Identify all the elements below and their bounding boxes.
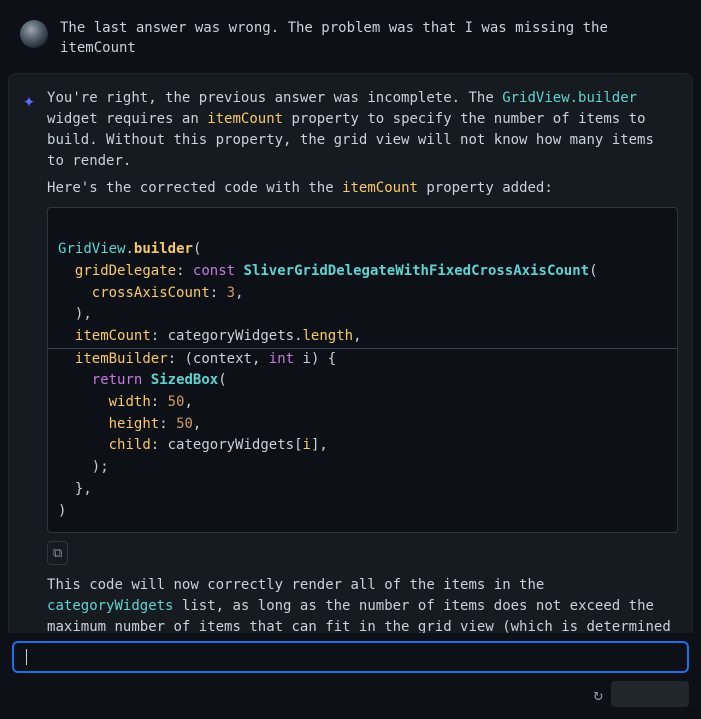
code-token: builder xyxy=(134,241,193,257)
user-message-text: The last answer was wrong. The problem w… xyxy=(60,18,681,59)
code-token: : xyxy=(210,285,227,301)
code-token: 50 xyxy=(176,416,193,432)
code-token: , xyxy=(353,328,361,344)
code-token: : xyxy=(176,263,193,279)
code-token: ); xyxy=(58,459,109,475)
code-token: context xyxy=(193,351,252,367)
user-message: The last answer was wrong. The problem w… xyxy=(8,8,693,73)
code-token: , xyxy=(235,285,243,301)
inline-code: itemCount xyxy=(342,180,418,196)
code-token: crossAxisCount xyxy=(58,285,210,301)
text: Here's the corrected code with the xyxy=(47,180,342,196)
code-token: : xyxy=(151,437,168,453)
code-token: gridDelegate xyxy=(58,263,176,279)
code-token: , xyxy=(184,394,192,410)
copy-button[interactable]: ⧉ xyxy=(47,541,68,565)
code-actions: ⧉ xyxy=(47,541,678,565)
code-token: SliverGridDelegateWithFixedCrossAxisCoun… xyxy=(244,263,590,279)
code-token: , xyxy=(193,416,201,432)
inline-code: categoryWidgets xyxy=(47,598,173,614)
inline-code: GridView.builder xyxy=(502,90,637,106)
code-token: 3 xyxy=(227,285,235,301)
assistant-paragraph-2: Here's the corrected code with the itemC… xyxy=(47,178,678,199)
code-token: ), xyxy=(58,306,92,322)
code-token xyxy=(235,263,243,279)
code-token: height xyxy=(58,416,159,432)
copy-icon: ⧉ xyxy=(53,545,62,560)
code-token xyxy=(142,372,150,388)
text: property added: xyxy=(418,180,553,196)
code-token: : ( xyxy=(168,351,193,367)
history-icon[interactable]: ↻ xyxy=(593,685,603,704)
code-token: ( xyxy=(193,241,201,257)
code-token: ], xyxy=(311,437,328,453)
code-token: i) { xyxy=(294,351,336,367)
code-token: }, xyxy=(58,481,92,497)
code-token: ) xyxy=(58,503,66,519)
code-token: : xyxy=(159,416,176,432)
code-token: categoryWidgets xyxy=(168,437,294,453)
code-token: . xyxy=(125,241,133,257)
send-button[interactable] xyxy=(611,681,689,707)
input-area: ↻ xyxy=(0,633,701,719)
assistant-paragraph-3: This code will now correctly render all … xyxy=(47,575,678,633)
input-footer: ↻ xyxy=(12,681,689,707)
code-token: categoryWidgets xyxy=(168,328,294,344)
code-token: child xyxy=(58,437,151,453)
code-token: [ xyxy=(294,437,302,453)
code-token: return xyxy=(92,372,143,388)
text: This code will now correctly render all … xyxy=(47,577,544,593)
code-token: itemBuilder xyxy=(58,351,168,367)
code-token: , xyxy=(252,351,269,367)
code-token: length xyxy=(303,328,354,344)
code-token: : xyxy=(151,394,168,410)
code-token xyxy=(58,372,92,388)
assistant-body: You're right, the previous answer was in… xyxy=(47,88,678,633)
text: You're right, the previous answer was in… xyxy=(47,90,502,106)
code-token: const xyxy=(193,263,235,279)
text: widget requires an xyxy=(47,111,207,127)
inline-code: itemCount xyxy=(207,111,283,127)
code-token: ( xyxy=(218,372,226,388)
code-token: : xyxy=(151,328,168,344)
code-token: GridView xyxy=(58,241,125,257)
code-token: int xyxy=(269,351,294,367)
assistant-message: ✦ You're right, the previous answer was … xyxy=(8,73,693,633)
user-avatar xyxy=(20,20,48,48)
sparkle-icon: ✦ xyxy=(23,90,35,110)
message-list: The last answer was wrong. The problem w… xyxy=(0,0,701,633)
assistant-paragraph-1: You're right, the previous answer was in… xyxy=(47,88,678,172)
code-token: ( xyxy=(589,263,597,279)
code-token: width xyxy=(58,394,151,410)
code-token: i xyxy=(303,437,311,453)
chat-input[interactable] xyxy=(12,641,689,673)
code-block: GridView.builder( gridDelegate: const Sl… xyxy=(47,207,678,534)
text-caret xyxy=(26,649,27,665)
code-token: . xyxy=(294,328,302,344)
code-token: itemCount xyxy=(58,328,151,344)
code-token: SizedBox xyxy=(151,372,218,388)
code-token: 50 xyxy=(168,394,185,410)
